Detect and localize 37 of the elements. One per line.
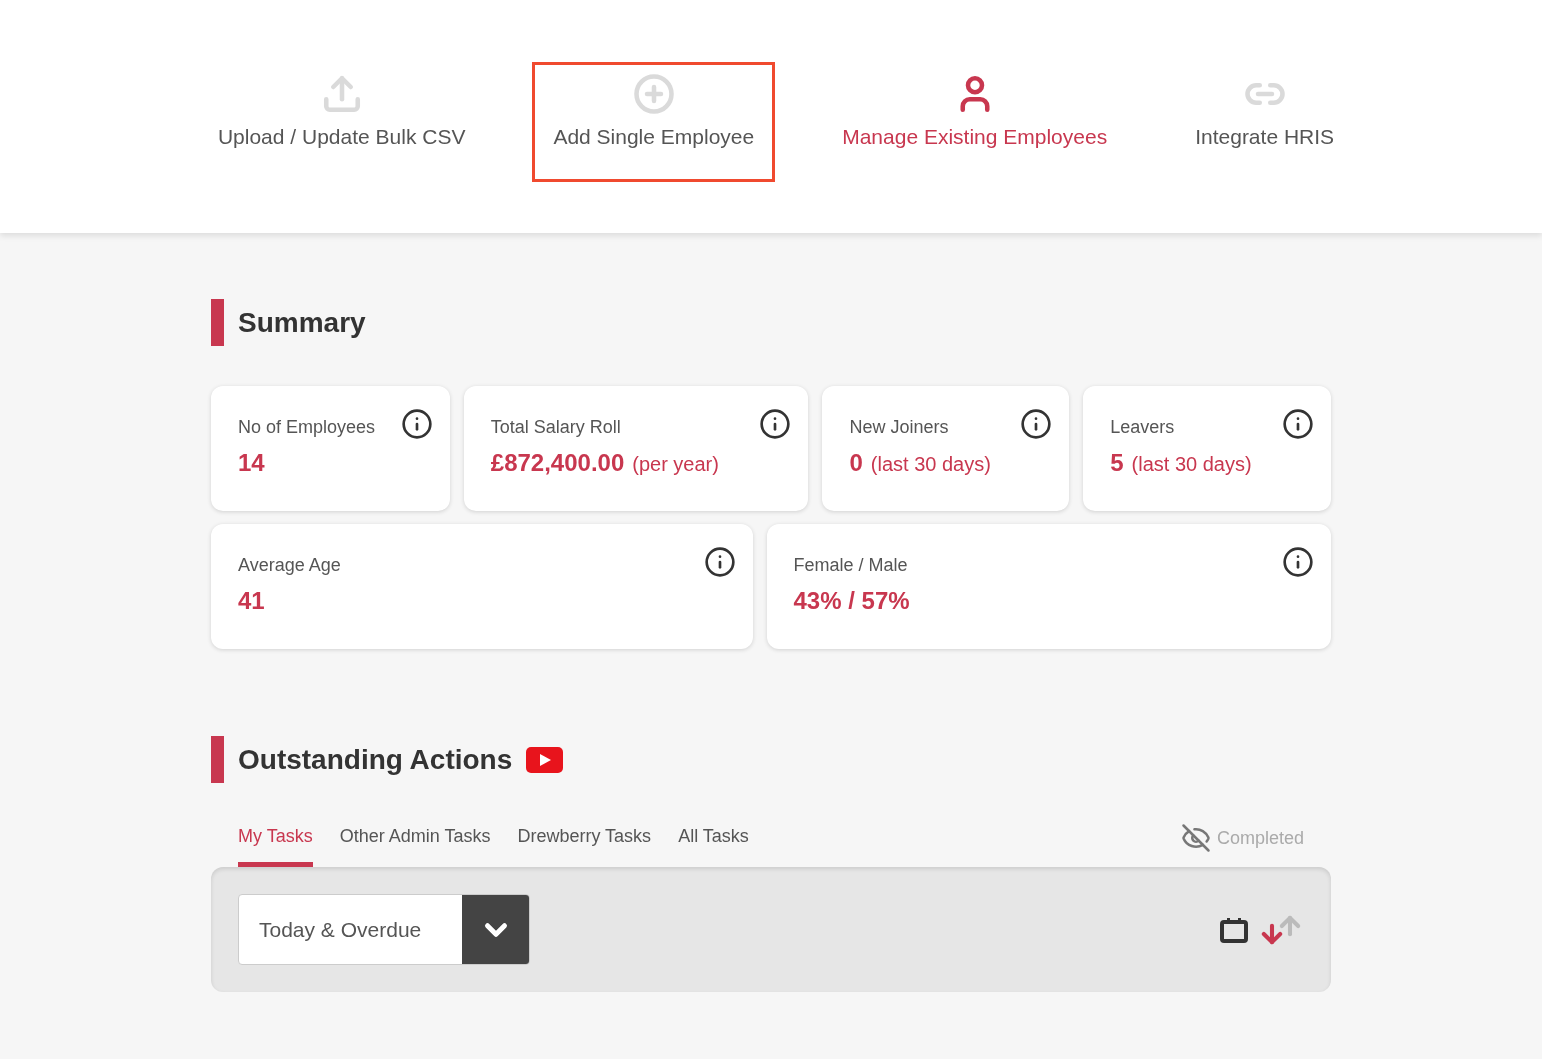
nav-item[interactable]: Add Single Employee	[532, 62, 776, 182]
card-value: 43% / 57%	[793, 586, 910, 616]
task-tab[interactable]: Drewberry Tasks	[517, 823, 652, 867]
card-label: New Joiners	[849, 416, 949, 439]
card-value: £872,400.00	[490, 448, 625, 478]
section-heading: Outstanding Actions	[238, 742, 513, 777]
card-value: 41	[238, 586, 265, 616]
card-label: No of Employees	[238, 416, 376, 439]
eye-slash-icon	[1180, 823, 1211, 853]
heading-accent-bar	[211, 299, 224, 346]
filter-dropdown[interactable]: Today & Overdue	[238, 894, 530, 965]
info-icon[interactable]	[1282, 546, 1314, 578]
card-value: 14	[238, 448, 265, 478]
card-suffix: (last 30 days)	[1131, 452, 1252, 477]
task-tab[interactable]: All Tasks	[678, 823, 749, 867]
plus-circle-icon	[632, 73, 675, 115]
info-icon[interactable]	[703, 546, 736, 578]
card-value: 5	[1110, 448, 1124, 478]
card-label: Female / Male	[793, 554, 908, 577]
heading-accent-bar	[211, 736, 224, 783]
video-play-icon[interactable]	[526, 746, 564, 773]
nav-item[interactable]: Upload / Update Bulk CSV	[196, 62, 487, 182]
nav-item[interactable]: Integrate HRIS	[1174, 62, 1356, 182]
card-suffix: (per year)	[632, 452, 719, 477]
info-icon[interactable]	[400, 408, 433, 440]
section-heading: Summary	[238, 305, 366, 340]
task-tab[interactable]: Other Admin Tasks	[339, 823, 491, 867]
card-value: 0	[849, 448, 863, 478]
nav-item[interactable]: Manage Existing Employees	[821, 62, 1129, 182]
info-icon[interactable]	[1282, 408, 1314, 440]
card-suffix: (last 30 days)	[870, 452, 991, 477]
info-icon[interactable]	[1020, 408, 1053, 440]
card-label: Total Salary Roll	[490, 416, 621, 439]
calendar-icon[interactable]	[1220, 916, 1248, 943]
card-label: Average Age	[238, 554, 341, 577]
card-label: Leavers	[1110, 416, 1175, 439]
info-icon[interactable]	[759, 408, 792, 440]
